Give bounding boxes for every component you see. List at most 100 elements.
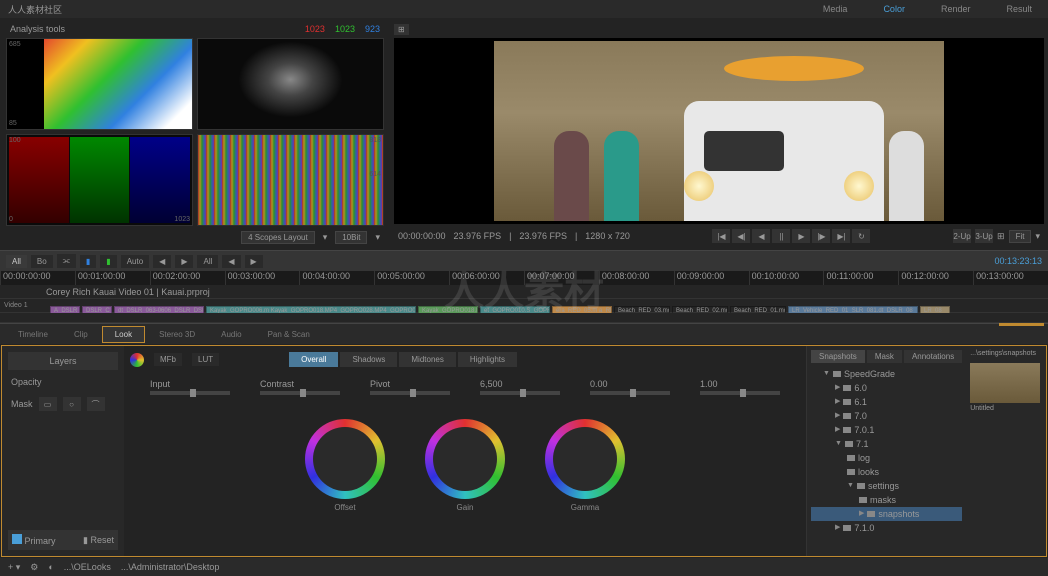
path2[interactable]: ...\Administrator\Desktop: [121, 562, 220, 572]
viewer-panel: ⊞ 00:00:00:00 23.976 FPS | 23.976 FPS | …: [390, 18, 1048, 250]
pause-button[interactable]: ||: [772, 229, 790, 243]
pivot-slider[interactable]: [370, 391, 450, 395]
tint-slider[interactable]: [590, 391, 670, 395]
folder-icon: [847, 469, 855, 475]
2up-button[interactable]: 2-Up: [953, 229, 971, 243]
btab-stereo[interactable]: Stereo 3D: [147, 327, 207, 342]
tl-all-button[interactable]: All: [6, 255, 27, 268]
highlights-tab[interactable]: Highlights: [458, 352, 517, 367]
add-button[interactable]: + ▾: [8, 562, 20, 573]
overall-tab[interactable]: Overall: [289, 352, 338, 367]
tl-prev-button[interactable]: ◀: [153, 255, 171, 268]
snapshots-panel: Snapshots Mask Annotations ▼SpeedGrade ▶…: [806, 346, 966, 556]
goto-start-button[interactable]: |◀: [712, 229, 730, 243]
midtones-tab[interactable]: Midtones: [399, 352, 455, 367]
fps-display: 23.976 FPS: [454, 231, 502, 241]
timeline-ruler[interactable]: 00:00:00:00 00:01:00:00 00:02:00:00 00:0…: [0, 271, 1048, 285]
folder-icon: [843, 399, 851, 405]
primary-layer[interactable]: Primary ▮ Reset: [8, 530, 118, 550]
timecode[interactable]: 00:00:00:00: [398, 231, 446, 241]
scope-vectorscope[interactable]: [197, 38, 384, 130]
tl-auto-button[interactable]: Auto: [121, 255, 149, 268]
scope-histogram[interactable]: 685 85: [6, 38, 193, 130]
3up-button[interactable]: 3-Up: [975, 229, 993, 243]
mfb-button[interactable]: MFb: [154, 353, 182, 366]
tab-render[interactable]: Render: [933, 2, 979, 16]
mask-circle-button[interactable]: ○: [63, 397, 81, 411]
folder-tree[interactable]: ▼SpeedGrade ▶6.0 ▶6.1 ▶7.0 ▶7.0.1 ▼7.1 l…: [811, 367, 962, 535]
folder-icon: [843, 385, 851, 391]
folder-icon: [847, 455, 855, 461]
btab-audio[interactable]: Audio: [209, 327, 253, 342]
annotations-tab[interactable]: Annotations: [904, 350, 962, 363]
chevron-down-icon[interactable]: ▾: [375, 232, 380, 243]
scope-g-val: 1023: [335, 24, 355, 34]
scope-waveform[interactable]: 818 614: [197, 134, 384, 226]
input-slider[interactable]: [150, 391, 230, 395]
goto-end-button[interactable]: ▶|: [832, 229, 850, 243]
tl-marker2-button[interactable]: ▮: [100, 255, 116, 268]
video-track[interactable]: Video 1 A_DSLRDSLR_Cdt_DSLR_063-0606_DSL…: [0, 299, 1048, 313]
folder-icon: [859, 497, 867, 503]
viewer-options-icon[interactable]: ⊞: [394, 24, 409, 35]
settings-icon[interactable]: ⚙: [30, 562, 38, 573]
scope-rgb-parade[interactable]: 100 0 1023: [6, 134, 193, 226]
scope-b-val: 923: [365, 24, 380, 34]
reset-button[interactable]: ▮ Reset: [83, 535, 114, 546]
contrast-slider[interactable]: [260, 391, 340, 395]
lut-button[interactable]: LUT: [192, 353, 219, 366]
gain-wheel[interactable]: [425, 419, 505, 499]
loop-button[interactable]: ↻: [852, 229, 870, 243]
grid-icon[interactable]: ⊞: [997, 231, 1005, 242]
step-back-button[interactable]: ◀|: [732, 229, 750, 243]
fit-dropdown[interactable]: Fit: [1009, 230, 1032, 243]
play-reverse-button[interactable]: ◀: [752, 229, 770, 243]
scopes-panel: Analysis tools 1023 1023 923 685 85 100 …: [0, 18, 390, 250]
scopes-layout-dropdown[interactable]: 4 Scopes Layout: [241, 231, 315, 244]
chevron-down-icon[interactable]: ▾: [1035, 231, 1040, 242]
audio-track[interactable]: [0, 313, 1048, 323]
btab-timeline[interactable]: Timeline: [6, 327, 60, 342]
tab-media[interactable]: Media: [815, 2, 856, 16]
snapshots-tab[interactable]: Snapshots: [811, 350, 865, 363]
preview-viewport[interactable]: [394, 38, 1044, 224]
tl-prev2-button[interactable]: ◀: [222, 255, 240, 268]
play-button[interactable]: ▶: [792, 229, 810, 243]
color-wheel-icon[interactable]: [130, 353, 144, 367]
toggle-icon[interactable]: ◐: [48, 562, 53, 572]
tl-next2-button[interactable]: ▶: [245, 255, 263, 268]
scope-r-val: 1023: [305, 24, 325, 34]
shadows-tab[interactable]: Shadows: [340, 352, 397, 367]
temp-slider[interactable]: [480, 391, 560, 395]
btab-pan[interactable]: Pan & Scan: [256, 327, 322, 342]
top-bar: 人人素材社区 Media Color Render Result: [0, 0, 1048, 18]
snapshot-preview: ...\settings\snapshots Untitled: [966, 346, 1046, 556]
folder-icon: [843, 525, 851, 531]
mask-curve-button[interactable]: ⌒: [87, 397, 105, 411]
mask-rect-button[interactable]: ▭: [39, 397, 57, 411]
offset-wheel[interactable]: [305, 419, 385, 499]
saturation-slider[interactable]: [700, 391, 780, 395]
tab-result[interactable]: Result: [998, 2, 1040, 16]
tab-color[interactable]: Color: [875, 2, 913, 16]
tl-link-button[interactable]: ⫘: [57, 254, 76, 268]
timeline-section: All Bo ⫘ ▮ ▮ Auto ◀ ▶ All ◀ ▶ 00:13:23:1…: [0, 250, 1048, 324]
primary-checkbox[interactable]: [12, 534, 22, 544]
scopes-bits-dropdown[interactable]: 10Bit: [335, 231, 367, 244]
gamma-wheel[interactable]: [545, 419, 625, 499]
tl-all2-button[interactable]: All: [197, 255, 218, 268]
tl-marker-button[interactable]: ▮: [80, 255, 96, 268]
bottom-bar: + ▾ ⚙ ◐ ...\OELooks ...\Administrator\De…: [0, 558, 1048, 576]
folder-icon: [867, 511, 875, 517]
tl-next-button[interactable]: ▶: [175, 255, 193, 268]
step-fwd-button[interactable]: |▶: [812, 229, 830, 243]
mask-tab[interactable]: Mask: [867, 350, 902, 363]
chevron-down-icon[interactable]: ▾: [323, 232, 328, 243]
folder-icon: [843, 427, 851, 433]
snapshot-thumbnail[interactable]: [970, 363, 1040, 403]
tl-bo-button[interactable]: Bo: [31, 255, 53, 268]
project-track[interactable]: Corey Rich Kauai Video 01 | Kauai.prproj: [0, 285, 1048, 299]
btab-clip[interactable]: Clip: [62, 327, 100, 342]
btab-look[interactable]: Look: [102, 326, 145, 343]
path1[interactable]: ...\OELooks: [64, 562, 111, 572]
